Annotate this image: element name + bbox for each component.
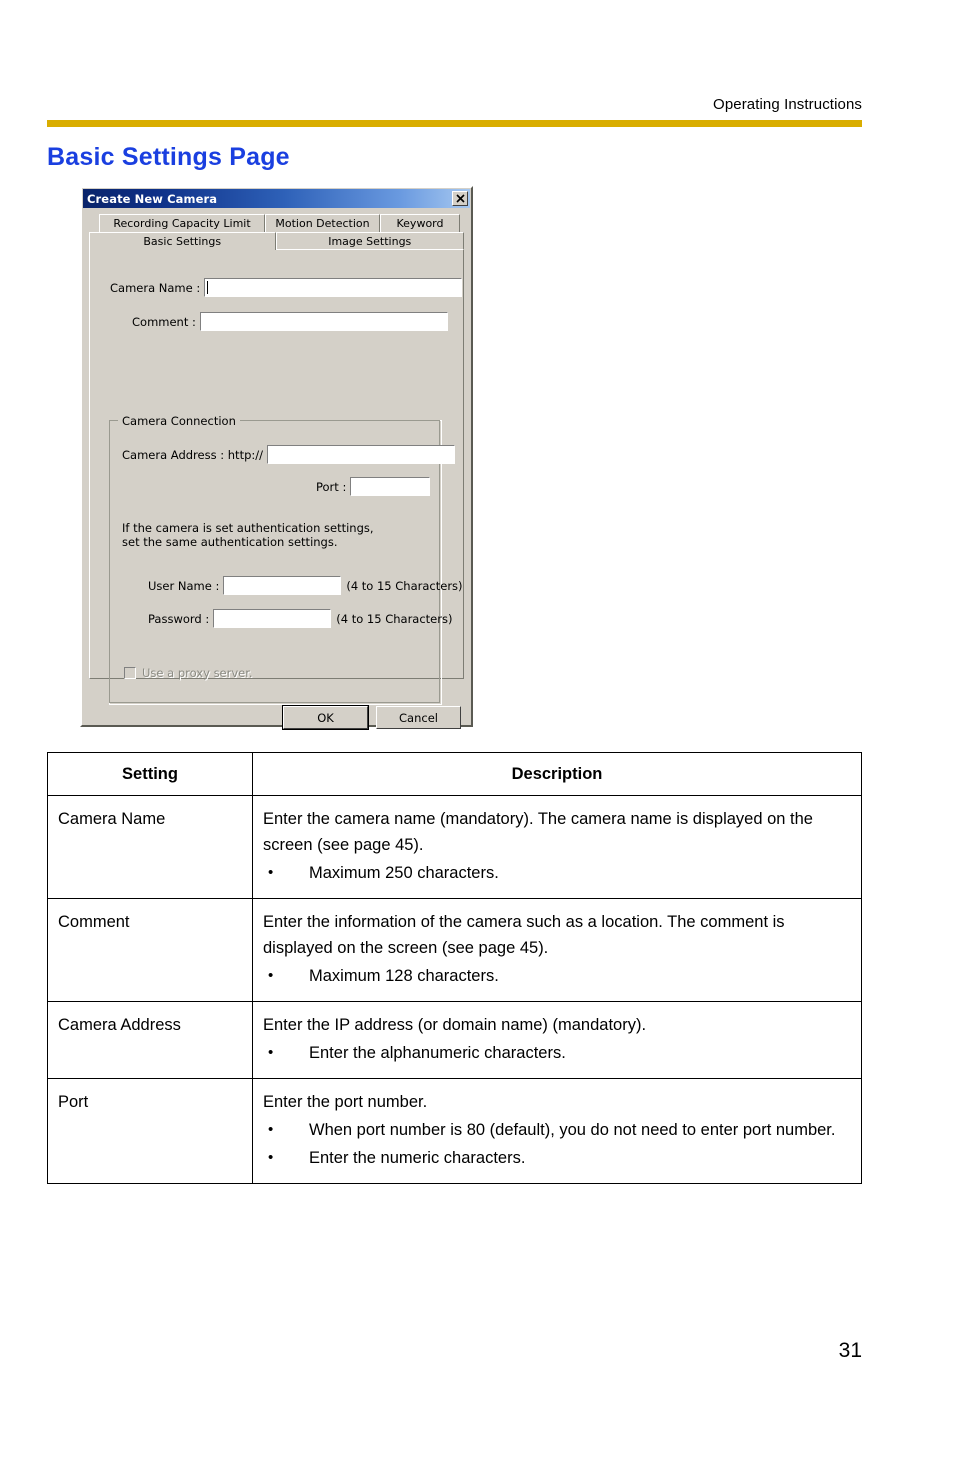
user-name-row: User Name : (4 to 15 Characters) <box>148 576 463 595</box>
auth-note-line-1: If the camera is set authentication sett… <box>122 521 374 535</box>
tab-row-lower: Basic Settings Image Settings <box>89 232 464 250</box>
comment-input[interactable] <box>199 312 448 331</box>
checkbox-icon <box>124 667 136 679</box>
tab-motion-detection[interactable]: Motion Detection <box>265 214 380 232</box>
description-text: Enter the IP address (or domain name) (m… <box>263 1016 647 1034</box>
comment-row: Comment : <box>132 312 448 331</box>
tab-basic-settings[interactable]: Basic Settings <box>89 232 276 250</box>
description-bullets: Maximum 250 characters. <box>263 860 851 886</box>
camera-address-row: Camera Address : http:// <box>122 445 455 464</box>
table-row: Camera Name Enter the camera name (manda… <box>47 795 862 899</box>
basic-settings-panel: Camera Name : Comment : Camera Connectio… <box>89 249 464 705</box>
tab-row-upper: Recording Capacity Limit Motion Detectio… <box>89 214 464 232</box>
description-text: Enter the port number. <box>263 1093 428 1111</box>
dialog-title: Create New Camera <box>87 191 218 206</box>
cancel-button[interactable]: Cancel <box>376 706 461 729</box>
port-label: Port : <box>316 479 347 494</box>
bullet-item: Maximum 250 characters. <box>263 860 851 886</box>
row-setting-camera-name: Camera Name <box>47 795 253 899</box>
bullet-item: Enter the numeric characters. <box>263 1145 851 1171</box>
row-description-camera-address: Enter the IP address (or domain name) (m… <box>252 1001 862 1079</box>
password-label: Password : <box>148 611 210 626</box>
use-proxy-server-label: Use a proxy server. <box>142 666 253 680</box>
comment-label: Comment : <box>132 314 196 329</box>
page-title: Basic Settings Page <box>47 143 290 171</box>
tab-keyword[interactable]: Keyword <box>380 214 460 232</box>
dialog-body: Recording Capacity Limit Motion Detectio… <box>82 208 471 730</box>
settings-table: Setting Description Camera Name Enter th… <box>47 752 862 1184</box>
ok-button[interactable]: OK <box>282 705 369 730</box>
description-bullets: Maximum 128 characters. <box>263 963 851 989</box>
password-hint: (4 to 15 Characters) <box>336 611 453 626</box>
close-icon[interactable] <box>452 191 468 206</box>
header-description: Description <box>252 752 862 796</box>
page-number: 31 <box>838 1339 862 1362</box>
description-bullets: Enter the alphanumeric characters. <box>263 1040 851 1066</box>
create-new-camera-dialog: Create New Camera Recording Capacity Lim… <box>80 186 473 730</box>
header-rule <box>47 120 862 127</box>
tab-image-settings[interactable]: Image Settings <box>275 232 464 250</box>
camera-address-input[interactable] <box>267 445 455 464</box>
row-description-port: Enter the port number. When port number … <box>252 1078 862 1184</box>
bullet-item: Enter the alphanumeric characters. <box>263 1040 851 1066</box>
row-setting-port: Port <box>47 1078 253 1184</box>
page-header: Operating Instructions <box>47 96 862 127</box>
port-row: Port : <box>316 477 431 496</box>
table-header-row: Setting Description <box>47 752 862 796</box>
password-row: Password : (4 to 15 Characters) <box>148 609 452 628</box>
camera-address-label: Camera Address : http:// <box>122 447 263 462</box>
table-row: Comment Enter the information of the cam… <box>47 898 862 1002</box>
description-text: Enter the information of the camera such… <box>263 913 785 957</box>
port-input[interactable] <box>350 477 431 496</box>
dialog-button-row: OK Cancel <box>82 705 471 730</box>
row-description-comment: Enter the information of the camera such… <box>252 898 862 1002</box>
user-name-input[interactable] <box>223 576 342 595</box>
camera-connection-group: Camera Connection Camera Address : http:… <box>109 414 463 705</box>
dialog-titlebar: Create New Camera <box>83 189 470 208</box>
bullet-item: When port number is 80 (default), you do… <box>263 1117 851 1143</box>
user-name-label: User Name : <box>148 578 220 593</box>
running-head: Operating Instructions <box>713 96 862 113</box>
description-text: Enter the camera name (mandatory). The c… <box>263 810 813 854</box>
row-setting-camera-address: Camera Address <box>47 1001 253 1079</box>
table-row: Camera Address Enter the IP address (or … <box>47 1001 862 1079</box>
header-setting: Setting <box>47 752 253 796</box>
row-description-camera-name: Enter the camera name (mandatory). The c… <box>252 795 862 899</box>
bullet-item: Maximum 128 characters. <box>263 963 851 989</box>
camera-name-row: Camera Name : <box>110 278 463 297</box>
camera-name-label: Camera Name : <box>110 280 201 295</box>
password-input[interactable] <box>213 609 332 628</box>
camera-name-input[interactable] <box>204 278 463 297</box>
description-bullets: When port number is 80 (default), you do… <box>263 1117 851 1171</box>
table-row: Port Enter the port number. When port nu… <box>47 1078 862 1184</box>
row-setting-comment: Comment <box>47 898 253 1002</box>
use-proxy-server-checkbox[interactable]: Use a proxy server. <box>124 666 253 680</box>
auth-note-line-2: set the same authentication settings. <box>122 535 338 549</box>
tab-strip: Recording Capacity Limit Motion Detectio… <box>89 214 464 250</box>
camera-connection-title: Camera Connection <box>118 414 240 428</box>
tab-recording-capacity-limit[interactable]: Recording Capacity Limit <box>99 214 265 232</box>
user-name-hint: (4 to 15 Characters) <box>346 578 463 593</box>
